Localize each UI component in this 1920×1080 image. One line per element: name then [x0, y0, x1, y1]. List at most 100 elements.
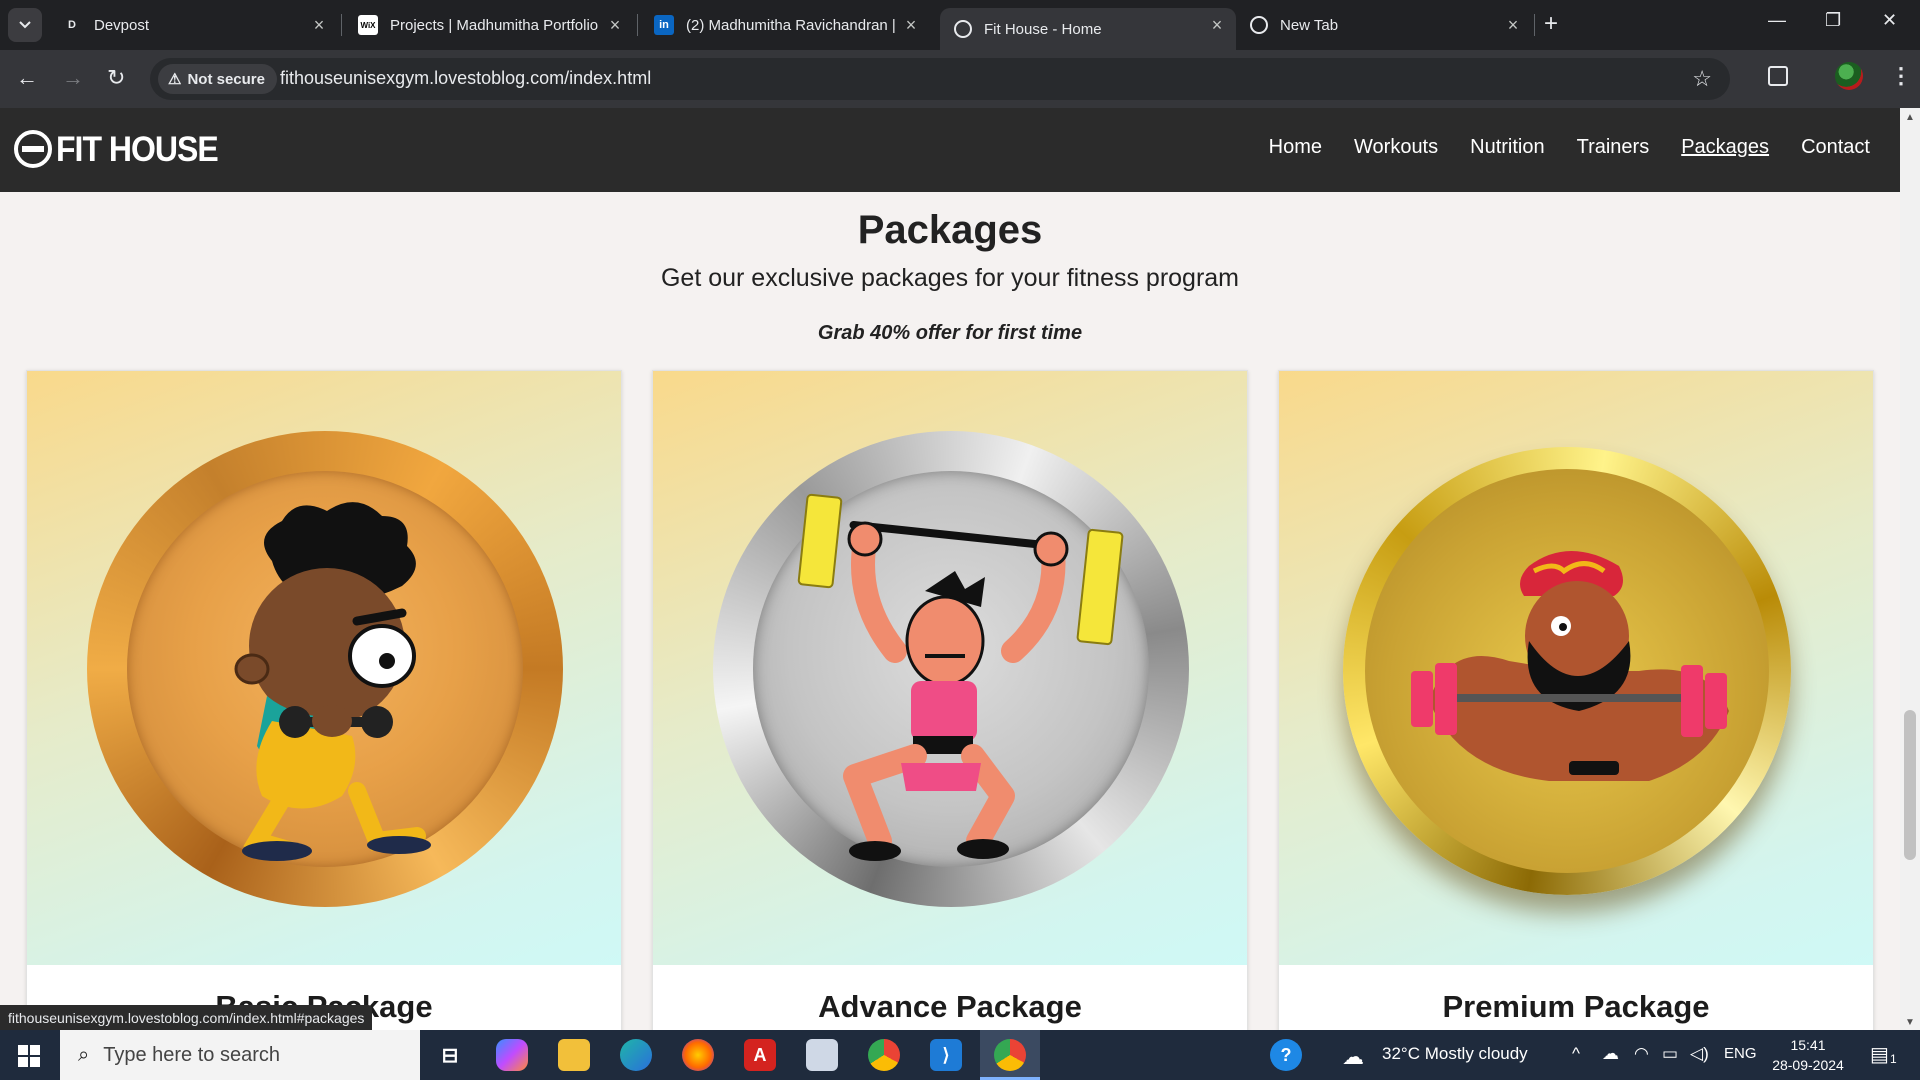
nav-link-packages[interactable]: Packages — [1681, 136, 1769, 159]
web-page: FIT HOUSE Home Workouts Nutrition Traine… — [0, 108, 1900, 1030]
reload-icon[interactable]: ↻ — [107, 67, 125, 89]
tab-new-tab[interactable]: New Tab × — [1236, 8, 1532, 42]
extensions-icon[interactable] — [1768, 66, 1788, 86]
nav-link-workouts[interactable]: Workouts — [1354, 136, 1438, 159]
edge-icon[interactable] — [620, 1039, 652, 1071]
cloud-weather-icon: ☁ — [1342, 1044, 1364, 1069]
acrobat-icon[interactable]: A — [744, 1039, 776, 1071]
security-label: Not secure — [187, 70, 265, 88]
section-subtitle: Get our exclusive packages for your fitn… — [660, 264, 1240, 292]
wifi-icon[interactable]: ◠ — [1634, 1044, 1649, 1064]
warning-icon: ⚠ — [168, 71, 182, 88]
boy-lifting-dumbbell-illustration — [234, 502, 431, 861]
site-logo[interactable]: FIT HOUSE — [14, 128, 219, 169]
bookmark-star-icon[interactable]: ☆ — [1692, 66, 1712, 92]
security-indicator[interactable]: ⚠ Not secure — [158, 64, 277, 94]
dumbbell-logo-icon — [14, 130, 52, 168]
tab-divider — [341, 14, 342, 36]
browser-toolbar: ← → ↻ ⚠ Not secure fithouseunisexgym.lov… — [0, 50, 1920, 108]
tab-devpost[interactable]: D Devpost × — [48, 8, 338, 42]
section-title: Packages — [857, 208, 1043, 252]
tab-title: (2) Madhumitha Ravichandran | — [686, 16, 896, 34]
chrome-active-icon[interactable] — [994, 1039, 1026, 1071]
devpost-favicon-icon: D — [62, 15, 82, 35]
tab-title: New Tab — [1280, 16, 1339, 34]
back-arrow-icon[interactable]: ← — [16, 67, 38, 89]
chevron-down-icon — [19, 21, 31, 29]
nav-link-home[interactable]: Home — [1269, 136, 1322, 159]
nav-link-trainers[interactable]: Trainers — [1577, 136, 1650, 159]
link-status-bubble: fithouseunisexgym.lovestoblog.com/index.… — [0, 1005, 373, 1031]
close-tab-icon[interactable]: × — [1504, 15, 1522, 35]
wix-favicon-icon: WiX — [358, 15, 378, 35]
restore-icon[interactable]: ❐ — [1825, 10, 1841, 31]
close-window-icon[interactable]: ✕ — [1882, 10, 1897, 31]
new-tab-button[interactable]: + — [1544, 12, 1558, 36]
clock-time: 15:41 — [1790, 1037, 1826, 1053]
firefox-icon[interactable] — [682, 1039, 714, 1071]
tab-title: Fit House - Home — [984, 20, 1102, 38]
close-tab-icon[interactable]: × — [606, 15, 624, 35]
task-view-icon[interactable]: ⊟ — [434, 1039, 466, 1071]
forward-arrow-icon[interactable]: → — [62, 67, 84, 89]
package-card-advance[interactable]: Advance Package — [652, 370, 1248, 1030]
vscode-icon[interactable]: ⟩ — [930, 1039, 962, 1071]
photos-icon[interactable] — [806, 1039, 838, 1071]
windows-taskbar: ⌕ Type here to search ⊟ A ⟩ ? ☁ 32°C Mos… — [0, 1030, 1920, 1080]
scroll-up-arrow-icon[interactable]: ▲ — [1905, 112, 1915, 123]
tab-divider — [1534, 14, 1535, 36]
package-image — [1279, 371, 1873, 965]
browser-tab-bar: D Devpost × WiX Projects | Madhumitha Po… — [0, 0, 1920, 50]
profile-avatar[interactable] — [1835, 62, 1863, 90]
minimize-icon[interactable]: — — [1768, 10, 1786, 31]
onedrive-icon[interactable]: ☁ — [1602, 1044, 1619, 1064]
windows-start-icon[interactable] — [18, 1045, 40, 1067]
package-image — [653, 371, 1247, 965]
package-card-basic[interactable]: Basic Package — [26, 370, 622, 1030]
package-title: Premium Package — [1442, 989, 1710, 1024]
chrome-icon[interactable] — [868, 1039, 900, 1071]
clock-date: 28-09-2024 — [1772, 1057, 1844, 1073]
search-placeholder: Type here to search — [103, 1043, 280, 1066]
globe-favicon-icon — [954, 20, 972, 38]
copilot-icon[interactable] — [496, 1039, 528, 1071]
notification-icon[interactable]: ▤ — [1870, 1042, 1889, 1067]
file-explorer-icon[interactable] — [558, 1039, 590, 1071]
site-menu: Home Workouts Nutrition Trainers Package… — [1269, 136, 1870, 159]
weather-text[interactable]: 32°C Mostly cloudy — [1382, 1044, 1528, 1064]
tab-title: Devpost — [94, 16, 150, 34]
linkedin-favicon-icon: in — [654, 15, 674, 35]
tab-fit-house[interactable]: Fit House - Home × — [940, 8, 1236, 50]
close-tab-icon[interactable]: × — [310, 15, 328, 35]
nav-link-nutrition[interactable]: Nutrition — [1470, 136, 1544, 159]
tab-search-button[interactable] — [8, 8, 42, 42]
address-bar[interactable]: ⚠ Not secure fithouseunisexgym.lovestobl… — [150, 58, 1730, 100]
volume-icon[interactable]: ◁) — [1690, 1044, 1709, 1064]
logo-text: FIT HOUSE — [56, 128, 219, 169]
man-lifting-barbell-illustration — [797, 493, 1124, 861]
page-scrollbar[interactable]: ▲ ▼ — [1900, 108, 1920, 1030]
search-icon: ⌕ — [78, 1043, 90, 1066]
scroll-thumb[interactable] — [1904, 710, 1916, 860]
show-hidden-icons-chevron-icon[interactable]: ^ — [1572, 1044, 1580, 1064]
system-clock[interactable]: 15:41 28-09-2024 — [1768, 1035, 1848, 1075]
menu-kebab-icon[interactable]: ⋮ — [1890, 63, 1912, 89]
tab-linkedin[interactable]: in (2) Madhumitha Ravichandran | × — [640, 8, 930, 42]
taskbar-search[interactable]: ⌕ Type here to search — [60, 1030, 420, 1080]
battery-icon[interactable]: ▭ — [1662, 1044, 1678, 1064]
scroll-down-arrow-icon[interactable]: ▼ — [1905, 1017, 1915, 1028]
tab-portfolio[interactable]: WiX Projects | Madhumitha Portfolio × — [344, 8, 634, 42]
notification-count: 1 — [1890, 1052, 1897, 1066]
url-text[interactable]: fithouseunisexgym.lovestoblog.com/index.… — [280, 68, 651, 89]
site-navbar: FIT HOUSE Home Workouts Nutrition Traine… — [0, 108, 1900, 192]
tab-divider — [637, 14, 638, 36]
package-card-premium[interactable]: Premium Package — [1278, 370, 1874, 1030]
close-tab-icon[interactable]: × — [902, 15, 920, 35]
tab-title: Projects | Madhumitha Portfolio — [390, 16, 599, 34]
close-tab-icon[interactable]: × — [1208, 15, 1226, 35]
chrome-favicon-icon — [1250, 16, 1268, 34]
offer-text: Grab 40% offer for first time — [817, 322, 1083, 344]
help-icon[interactable]: ? — [1270, 1039, 1302, 1071]
language-indicator[interactable]: ENG — [1724, 1045, 1757, 1062]
nav-link-contact[interactable]: Contact — [1801, 136, 1870, 159]
